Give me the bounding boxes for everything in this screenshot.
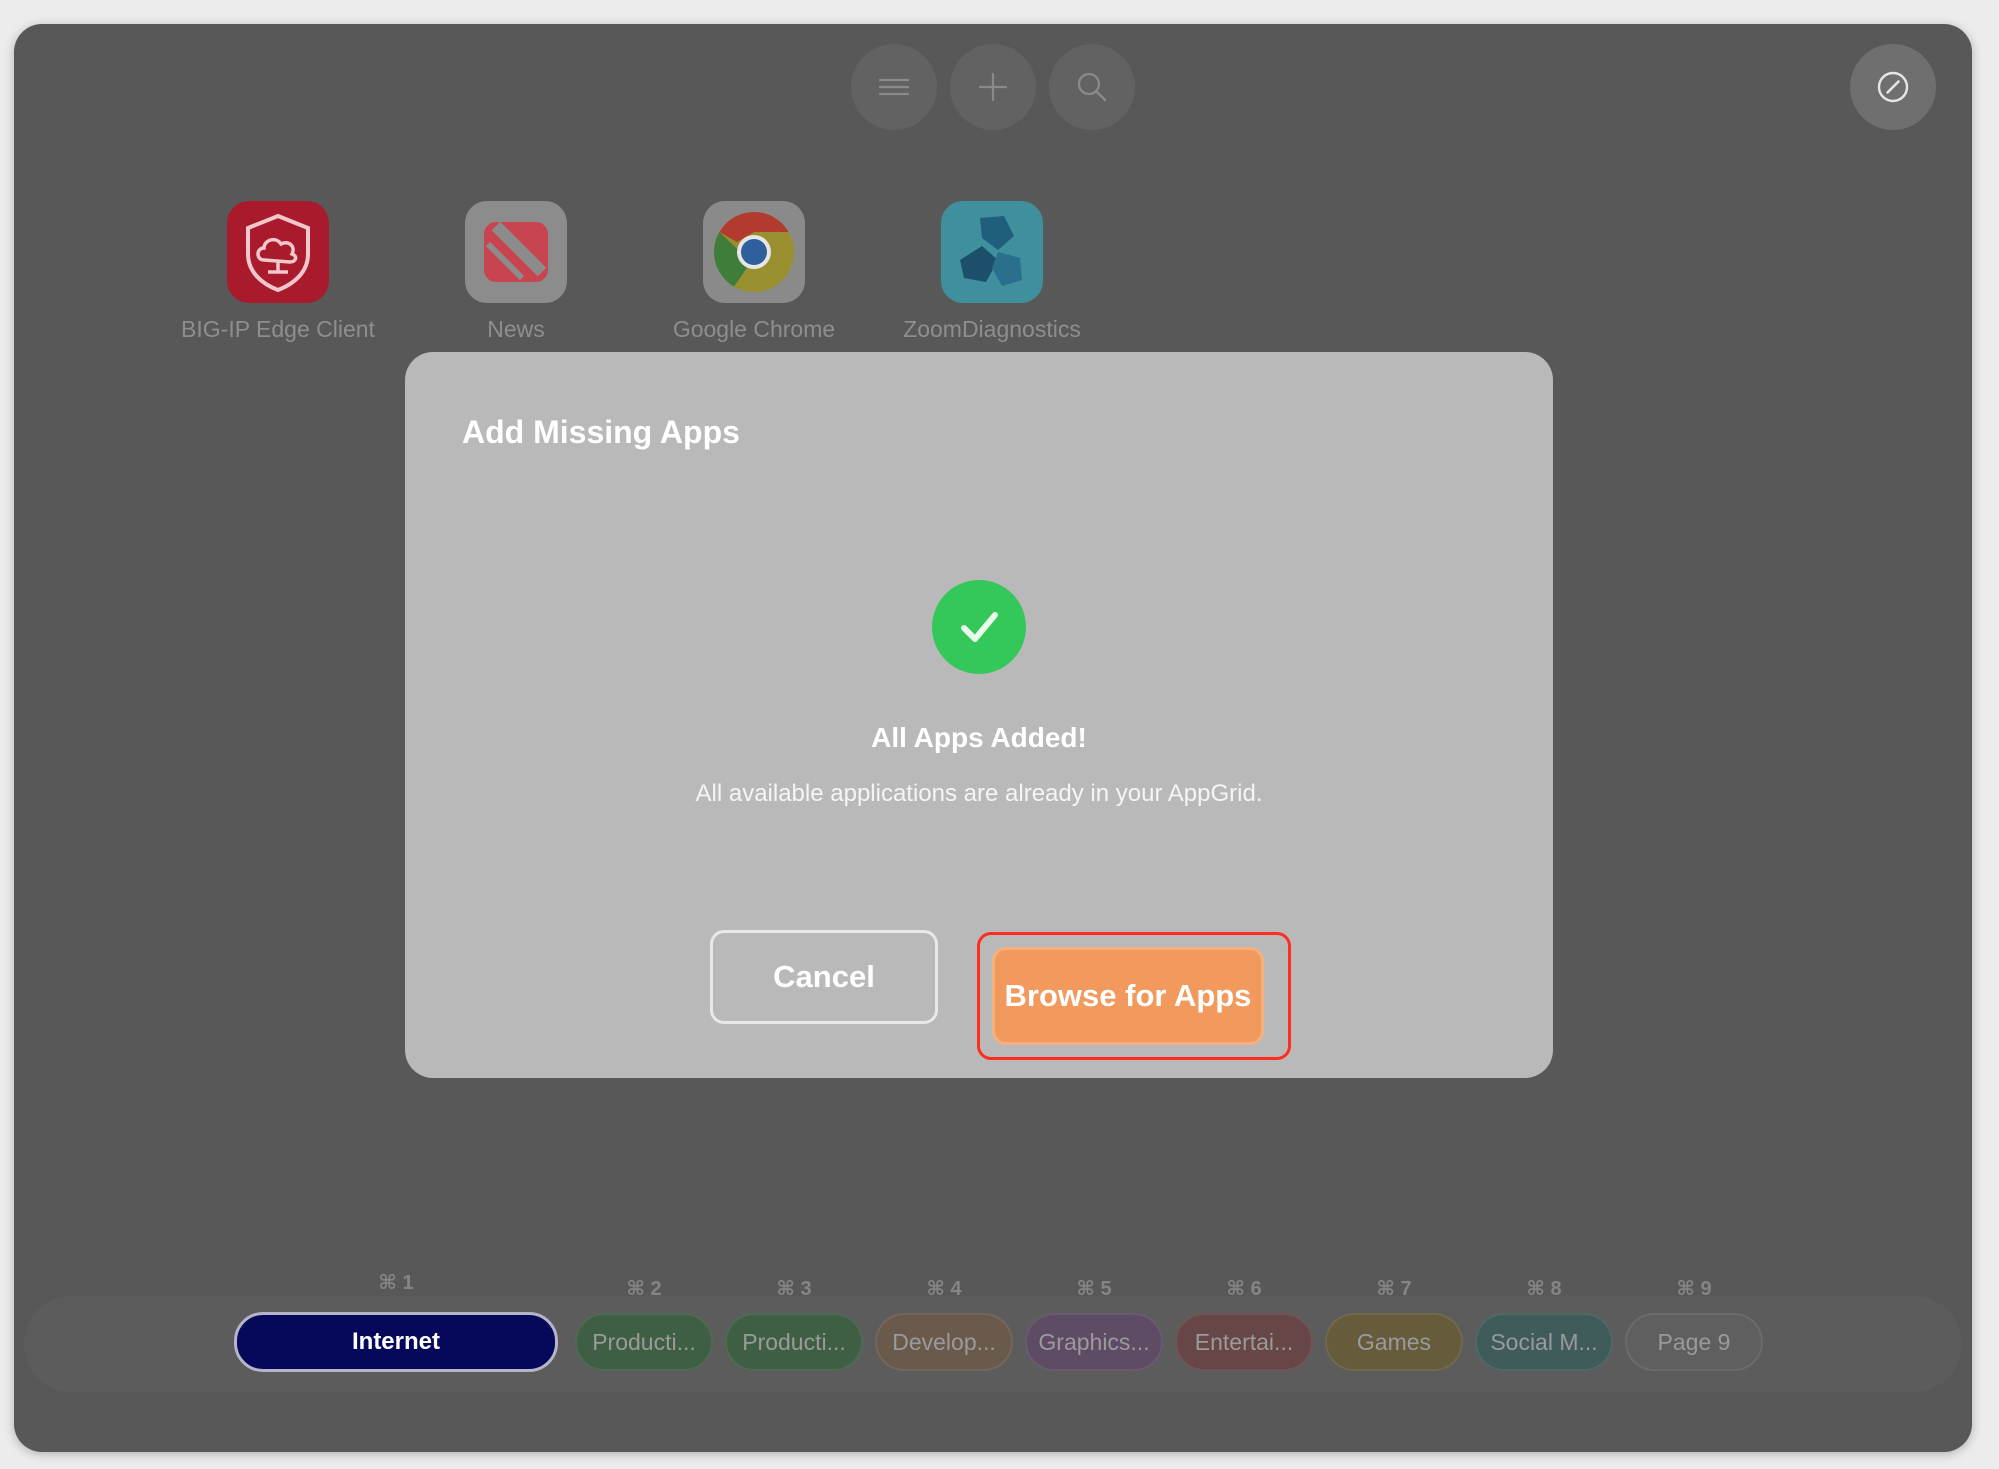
tab-shortcut-label: ⌘ 4 bbox=[926, 1278, 962, 1300]
search-button[interactable] bbox=[1049, 44, 1135, 130]
app-zoomdiagnostics[interactable]: ZoomDiagnostics bbox=[887, 201, 1097, 344]
edit-mode-button[interactable] bbox=[1850, 44, 1936, 130]
add-button[interactable] bbox=[950, 44, 1036, 130]
app-label: ZoomDiagnostics bbox=[903, 316, 1081, 342]
zoom-diagnostics-icon bbox=[941, 201, 1043, 303]
app-google-chrome[interactable]: Google Chrome bbox=[649, 201, 859, 344]
shield-cloud-icon bbox=[227, 201, 329, 303]
news-icon bbox=[465, 201, 567, 303]
dialog-title: Add Missing Apps bbox=[462, 414, 740, 450]
status-message: All available applications are already i… bbox=[695, 780, 1263, 807]
tab-page-3[interactable]: Producti... bbox=[725, 1313, 863, 1371]
status-heading: All Apps Added! bbox=[871, 722, 1087, 753]
tab-shortcut-label: ⌘ 7 bbox=[1376, 1278, 1412, 1300]
tab-shortcut-label: ⌘ 6 bbox=[1226, 1278, 1262, 1300]
tab-shortcut-label: ⌘ 3 bbox=[776, 1278, 812, 1300]
tab-page-9[interactable]: Page 9 bbox=[1625, 1313, 1763, 1371]
tab-shortcut-label: ⌘ 1 bbox=[378, 1272, 414, 1294]
search-icon bbox=[1077, 72, 1107, 102]
tab-page-6[interactable]: Entertai... bbox=[1175, 1313, 1313, 1371]
menu-icon bbox=[878, 78, 910, 96]
add-missing-apps-dialog: Add Missing Apps All Apps Added! All ava… bbox=[405, 352, 1553, 1078]
app-news[interactable]: News bbox=[411, 201, 621, 344]
checkmark-icon bbox=[932, 580, 1026, 674]
tab-page-8[interactable]: Social M... bbox=[1475, 1313, 1613, 1371]
tab-page-2[interactable]: Producti... bbox=[575, 1313, 713, 1371]
menu-button[interactable] bbox=[851, 44, 937, 130]
plus-icon bbox=[978, 72, 1008, 102]
cancel-button[interactable]: Cancel bbox=[710, 930, 938, 1024]
app-label: News bbox=[487, 316, 545, 342]
tab-shortcut-label: ⌘ 9 bbox=[1676, 1278, 1712, 1300]
tab-page-5[interactable]: Graphics... bbox=[1025, 1313, 1163, 1371]
edit-icon bbox=[1877, 71, 1909, 103]
app-label: BIG-IP Edge Client bbox=[181, 316, 375, 342]
tab-page-1[interactable]: Internet bbox=[234, 1312, 558, 1372]
browse-for-apps-button[interactable]: Browse for Apps bbox=[992, 947, 1264, 1045]
tab-page-7[interactable]: Games bbox=[1325, 1313, 1463, 1371]
tab-shortcut-label: ⌘ 2 bbox=[626, 1278, 662, 1300]
app-label: Google Chrome bbox=[672, 316, 836, 342]
tab-shortcut-label: ⌘ 8 bbox=[1526, 1278, 1562, 1300]
tab-shortcut-label: ⌘ 5 bbox=[1076, 1278, 1112, 1300]
app-big-ip-edge-client[interactable]: BIG-IP Edge Client bbox=[173, 201, 383, 344]
tab-page-4[interactable]: Develop... bbox=[875, 1313, 1013, 1371]
chrome-icon bbox=[703, 201, 805, 303]
